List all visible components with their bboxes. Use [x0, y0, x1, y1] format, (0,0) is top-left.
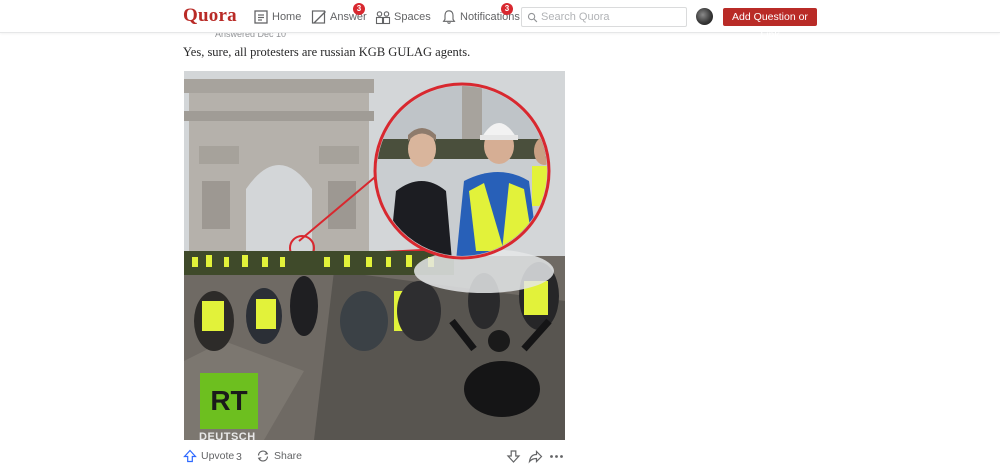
search-box	[521, 7, 687, 27]
downvote-button[interactable]	[506, 449, 521, 469]
answer-image[interactable]: RT DEUTSCH	[184, 71, 565, 440]
notifications-count-badge: 3	[501, 3, 513, 15]
nav-home[interactable]: Home	[253, 6, 301, 28]
more-dots-icon	[550, 455, 563, 458]
nav-notifications[interactable]: Notifications 3	[441, 3, 520, 28]
upvote-arrow-icon	[183, 449, 197, 463]
pencil-icon	[311, 10, 326, 24]
nav-home-label: Home	[272, 11, 302, 23]
share-label: Share	[274, 450, 303, 462]
downvote-arrow-icon	[506, 450, 521, 463]
share-button[interactable]: Share	[256, 449, 302, 463]
forward-arrow-icon	[528, 450, 543, 464]
upvote-button[interactable]: Upvote	[183, 449, 234, 463]
answer-count-badge: 3	[353, 3, 365, 15]
share-cycle-icon	[257, 450, 269, 462]
top-navigation-bar: Quora Home Answer 3 Spaces Notifications…	[0, 0, 1000, 41]
bell-icon	[442, 10, 456, 24]
home-icon	[254, 10, 268, 24]
answer-text: Yes, sure, all protesters are russian KG…	[183, 45, 471, 59]
add-question-button[interactable]: Add Question or Link	[723, 8, 817, 41]
nav-answer[interactable]: Answer 3	[311, 3, 367, 28]
search-input[interactable]	[541, 11, 681, 23]
nav-spaces-label: Spaces	[394, 11, 431, 23]
nav-spaces[interactable]: Spaces	[375, 6, 431, 28]
spaces-icon	[375, 11, 391, 25]
rt-logo-subtext: DEUTSCH	[199, 431, 256, 440]
rt-logo: RT	[200, 373, 258, 429]
more-options-button[interactable]	[549, 449, 564, 469]
user-avatar[interactable]	[696, 8, 713, 25]
search-icon	[527, 12, 538, 22]
share-arrow-button[interactable]	[528, 449, 543, 469]
upvote-label: Upvote	[201, 450, 235, 462]
upvote-count: 3	[236, 451, 242, 463]
quora-logo[interactable]: Quora	[183, 5, 237, 27]
